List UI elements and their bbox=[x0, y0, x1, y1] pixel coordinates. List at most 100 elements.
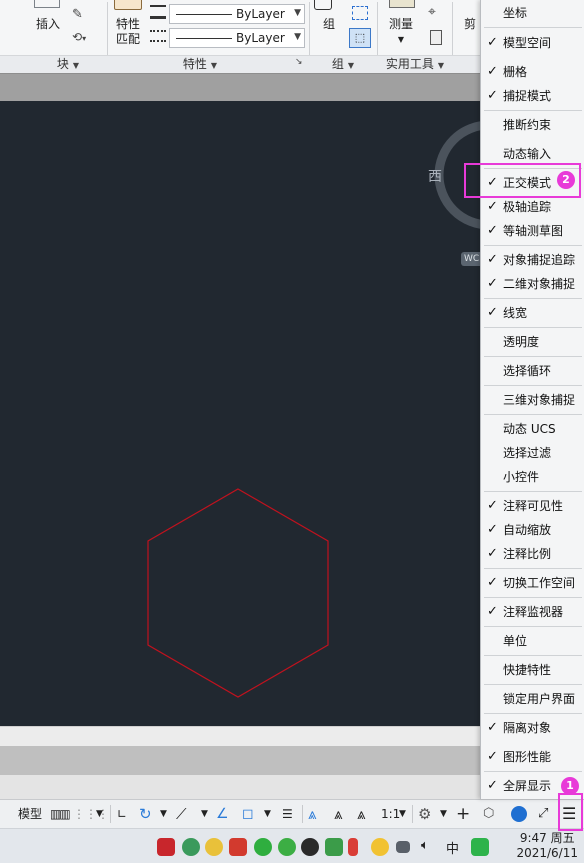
linetype-icon[interactable] bbox=[150, 30, 166, 42]
menu-item[interactable]: ✓ 栅格 bbox=[481, 60, 584, 84]
calculator-icon[interactable] bbox=[430, 30, 442, 45]
chevron-down-icon[interactable]: ▼ bbox=[96, 804, 103, 824]
menu-item[interactable]: ✓ 隔离对象 bbox=[481, 716, 584, 740]
app-tray-icon[interactable] bbox=[348, 838, 358, 856]
menu-item[interactable]: ✓ 切换工作空间 bbox=[481, 571, 584, 595]
panel-title-properties[interactable]: 特性 ▼ bbox=[170, 56, 230, 74]
panel-title-block[interactable]: 块 ▼ bbox=[40, 56, 96, 74]
menu-item[interactable]: ✓ 等轴测草图 bbox=[481, 219, 584, 243]
chevron-down-icon[interactable]: ▼ bbox=[201, 804, 208, 824]
block-attribute-icon[interactable]: ⟲▾ bbox=[72, 30, 86, 44]
menu-item[interactable]: ✓ 对象捕捉追踪 bbox=[481, 248, 584, 272]
menu-item[interactable]: 选择过滤 bbox=[481, 441, 584, 465]
chevron-down-icon: ▼ bbox=[347, 61, 355, 70]
checkmark-icon: ✓ bbox=[487, 88, 498, 103]
lineweight-icon[interactable] bbox=[150, 5, 166, 19]
app-tray-icon[interactable] bbox=[371, 838, 389, 856]
annotation-monitor-icon[interactable]: + bbox=[456, 804, 470, 824]
menu-item[interactable]: 单位 bbox=[481, 629, 584, 653]
app-tray-icon[interactable] bbox=[157, 838, 175, 856]
menu-item[interactable]: 三维对象捕捉 bbox=[481, 388, 584, 412]
chevron-down-icon[interactable]: ▼ bbox=[399, 804, 406, 824]
menu-item[interactable]: 透明度 bbox=[481, 330, 584, 354]
insert-block-icon[interactable] bbox=[34, 0, 60, 8]
clipboard-button[interactable]: 剪 bbox=[461, 17, 479, 32]
chevron-down-icon[interactable]: ▼ bbox=[440, 804, 447, 824]
lineweight-combo[interactable]: ByLayer ▼ bbox=[169, 4, 305, 24]
match-properties-button[interactable]: 特性 匹配 bbox=[112, 17, 144, 47]
app-tray-icon[interactable] bbox=[229, 838, 247, 856]
ime-indicator[interactable]: 中 bbox=[446, 838, 459, 857]
menu-item[interactable]: ✓ 线宽 bbox=[481, 301, 584, 325]
measure-button[interactable]: 测量 ▼ bbox=[384, 17, 418, 47]
insert-button[interactable]: 插入 bbox=[32, 17, 64, 32]
highlight-customization-button bbox=[558, 793, 583, 831]
menu-item[interactable]: ✓ 捕捉模式 bbox=[481, 84, 584, 108]
block-editor-icon[interactable]: ✎ bbox=[72, 7, 83, 22]
menu-item[interactable]: ✓ 自动缩放 bbox=[481, 518, 584, 542]
group-icon[interactable] bbox=[314, 0, 332, 10]
menu-item[interactable]: ✓ 注释可见性 bbox=[481, 494, 584, 518]
isodraft-icon[interactable]: ⟋ bbox=[176, 804, 187, 824]
group-edit-icon[interactable] bbox=[352, 6, 368, 20]
menu-item[interactable]: ✓ 极轴追踪 bbox=[481, 195, 584, 219]
group-button[interactable]: 组 bbox=[318, 17, 340, 32]
security-shield-icon[interactable] bbox=[325, 838, 343, 856]
auto-scale-icon[interactable]: ⩓ bbox=[334, 804, 342, 824]
menu-item-label: 模型空间 bbox=[503, 36, 552, 50]
compass-west-label[interactable]: 西 bbox=[428, 166, 442, 186]
isolate-objects-icon[interactable] bbox=[511, 806, 527, 822]
model-space-button[interactable]: 模型 bbox=[18, 804, 42, 824]
object-snap-icon[interactable]: ◻ bbox=[242, 804, 254, 824]
menu-item[interactable]: 动态 UCS bbox=[481, 417, 584, 441]
menu-item-label: 二维对象捕捉 bbox=[503, 277, 576, 291]
menu-item[interactable]: 锁定用户界面 bbox=[481, 687, 584, 711]
grid-icon[interactable]: ▥▥ bbox=[50, 804, 71, 824]
chevron-down-icon[interactable]: ▼ bbox=[160, 804, 167, 824]
menu-separator bbox=[484, 713, 582, 714]
menu-item[interactable]: 坐标 bbox=[481, 1, 584, 25]
units-icon[interactable]: ⬡ bbox=[483, 804, 494, 824]
annotation-scale-value[interactable]: 1:1 bbox=[381, 804, 400, 824]
object-snap-tracking-icon[interactable]: ∠ bbox=[216, 804, 229, 824]
app-tray-icon[interactable] bbox=[182, 838, 200, 856]
menu-item[interactable]: ✓ 二维对象捕捉 bbox=[481, 272, 584, 296]
menu-item[interactable]: 推断约束 bbox=[481, 113, 584, 137]
menu-item[interactable]: 选择循环 bbox=[481, 359, 584, 383]
wechat-icon[interactable] bbox=[254, 838, 272, 856]
menu-item[interactable]: 快捷特性 bbox=[481, 658, 584, 682]
annotation-visibility-icon[interactable]: ⩓ bbox=[308, 804, 316, 824]
app-tray-icon[interactable] bbox=[396, 841, 410, 853]
app-tray-icon[interactable] bbox=[278, 838, 296, 856]
ortho-mode-icon[interactable]: ∟ bbox=[117, 804, 127, 824]
annotation-scale-icon[interactable]: ⩓ bbox=[357, 804, 365, 824]
panel-title-group[interactable]: 组 ▼ bbox=[318, 56, 368, 74]
polar-tracking-icon[interactable]: ↻ bbox=[139, 804, 152, 824]
speaker-icon[interactable]: 🔈︎ bbox=[421, 838, 429, 853]
sogou-input-icon[interactable] bbox=[471, 838, 489, 856]
app-tray-icon[interactable] bbox=[205, 838, 223, 856]
snap-mode-icon[interactable]: ⋮⋮⋮ bbox=[73, 804, 109, 824]
lineweight-toggle-icon[interactable]: ☰ bbox=[282, 804, 293, 824]
measure-icon[interactable] bbox=[389, 0, 415, 8]
menu-item[interactable]: ✓ 模型空间 bbox=[481, 31, 584, 55]
system-clock[interactable]: 9:47 周五 2021/6/11 bbox=[516, 831, 578, 861]
workspace-gear-icon[interactable]: ⚙ bbox=[418, 804, 431, 824]
menu-item[interactable]: 小控件 bbox=[481, 465, 584, 489]
chevron-down-icon[interactable]: ▼ bbox=[264, 804, 271, 824]
menu-item-label: 动态 UCS bbox=[503, 422, 556, 436]
menu-item[interactable]: ✓ 注释比例 bbox=[481, 542, 584, 566]
menu-item[interactable]: ✓ 图形性能 bbox=[481, 745, 584, 769]
fullscreen-icon[interactable]: ⤢ bbox=[538, 804, 548, 824]
dialog-launcher-icon[interactable]: ↘ bbox=[295, 57, 303, 67]
panel-title-utilities[interactable]: 实用工具 ▼ bbox=[380, 56, 450, 74]
checkmark-icon: ✓ bbox=[487, 252, 498, 267]
match-properties-icon[interactable] bbox=[114, 0, 142, 10]
point-style-icon[interactable]: ⌖ bbox=[428, 4, 436, 20]
step-badge-2: 2 bbox=[557, 171, 575, 189]
hexagon-shape[interactable] bbox=[147, 488, 329, 698]
linetype-combo[interactable]: ByLayer ▼ bbox=[169, 28, 305, 48]
group-select-icon[interactable]: ⬚ bbox=[349, 28, 371, 48]
qq-icon[interactable] bbox=[301, 838, 319, 856]
menu-item[interactable]: ✓ 注释监视器 bbox=[481, 600, 584, 624]
